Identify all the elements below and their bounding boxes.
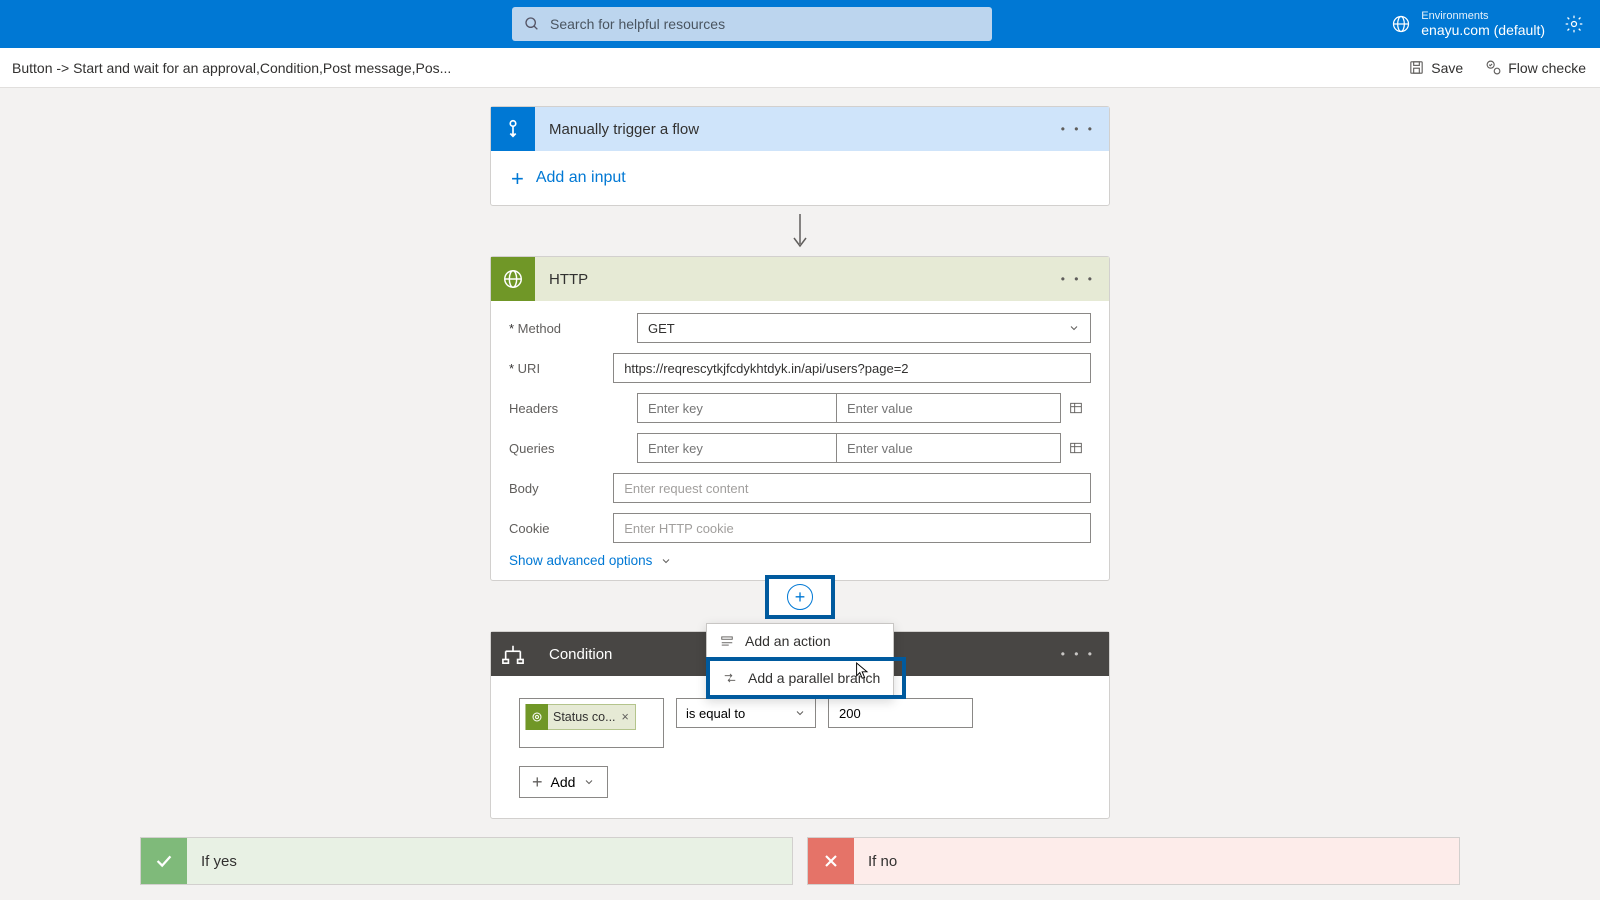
save-button[interactable]: Save <box>1408 59 1463 76</box>
insert-step-highlight: + <box>765 575 835 619</box>
show-advanced-link[interactable]: Show advanced options <box>509 553 1091 568</box>
environment-picker[interactable]: Environments enayu.com (default) <box>1391 10 1545 39</box>
condition-more-menu[interactable]: • • • <box>1061 647 1095 661</box>
http-header[interactable]: HTTP • • • <box>491 257 1109 301</box>
dynamic-token[interactable]: Status co... × <box>525 704 636 730</box>
check-icon <box>141 838 187 884</box>
environment-icon <box>1391 14 1411 34</box>
flow-checker-icon <box>1485 59 1502 76</box>
add-input-button[interactable]: + Add an input <box>491 151 1109 205</box>
plus-icon: + <box>511 173 524 184</box>
method-select[interactable]: GET <box>637 313 1091 343</box>
search-placeholder: Search for helpful resources <box>550 16 725 32</box>
flow-breadcrumb: Button -> Start and wait for an approval… <box>12 60 451 76</box>
condition-add-button[interactable]: + Add <box>519 766 608 798</box>
headers-label: Headers <box>509 401 637 416</box>
trigger-card: Manually trigger a flow • • • + Add an i… <box>490 106 1110 206</box>
http-more-menu[interactable]: • • • <box>1061 272 1095 286</box>
condition-branches: If yes If no <box>140 837 1460 885</box>
trigger-title: Manually trigger a flow <box>549 121 699 138</box>
cookie-input[interactable] <box>613 513 1091 543</box>
close-icon <box>808 838 854 884</box>
if-yes-header[interactable]: If yes <box>141 838 792 884</box>
chevron-down-icon <box>794 707 806 719</box>
condition-title: Condition <box>549 646 612 663</box>
app-header: Search for helpful resources Environment… <box>0 0 1600 48</box>
headers-value-input[interactable] <box>837 393 1061 423</box>
method-label: * Method <box>509 321 637 336</box>
if-no-header[interactable]: If no <box>808 838 1459 884</box>
cookie-label: Cookie <box>509 521 613 536</box>
if-no-branch: If no <box>807 837 1460 885</box>
uri-input[interactable] <box>613 353 1091 383</box>
trigger-icon <box>491 107 535 151</box>
uri-label: * URI <box>509 361 613 376</box>
insert-step-control: + Add an action Add a parallel branch <box>765 575 835 619</box>
condition-icon <box>491 632 535 676</box>
environment-name: enayu.com (default) <box>1421 22 1545 38</box>
environment-label: Environments <box>1421 10 1545 23</box>
condition-left-operand[interactable]: Status co... × <box>519 698 664 748</box>
chevron-down-icon <box>583 776 595 788</box>
queries-value-input[interactable] <box>837 433 1061 463</box>
save-icon <box>1408 59 1425 76</box>
token-icon <box>526 704 548 730</box>
add-parallel-branch-menu-item[interactable]: Add a parallel branch <box>706 657 906 699</box>
queries-key-input[interactable] <box>637 433 837 463</box>
search-icon <box>524 16 540 32</box>
headers-key-input[interactable] <box>637 393 837 423</box>
http-icon <box>491 257 535 301</box>
chevron-down-icon <box>1068 322 1080 334</box>
http-card: HTTP • • • * Method GET * URI Headers <box>490 256 1110 581</box>
queries-label: Queries <box>509 441 637 456</box>
body-label: Body <box>509 481 613 496</box>
flow-checker-button[interactable]: Flow checke <box>1485 59 1586 76</box>
trigger-header[interactable]: Manually trigger a flow • • • <box>491 107 1109 151</box>
global-search[interactable]: Search for helpful resources <box>512 7 992 41</box>
token-remove-icon[interactable]: × <box>622 710 629 724</box>
settings-icon[interactable] <box>1564 14 1584 34</box>
text-mode-icon[interactable] <box>1068 440 1084 456</box>
http-title: HTTP <box>549 271 588 288</box>
add-action-icon <box>719 634 735 648</box>
flow-canvas: Manually trigger a flow • • • + Add an i… <box>0 88 1600 885</box>
body-input[interactable] <box>613 473 1091 503</box>
chevron-down-icon <box>660 555 672 567</box>
text-mode-icon[interactable] <box>1068 400 1084 416</box>
parallel-branch-icon <box>722 671 738 685</box>
connector-arrow <box>785 210 815 250</box>
insert-step-button[interactable]: + <box>787 584 813 610</box>
plus-icon: + <box>532 778 543 787</box>
cursor-icon <box>855 661 871 681</box>
trigger-more-menu[interactable]: • • • <box>1061 122 1095 136</box>
if-yes-branch: If yes <box>140 837 793 885</box>
add-action-menu-item[interactable]: Add an action <box>707 624 893 658</box>
condition-operator-select[interactable]: is equal to <box>676 698 816 728</box>
command-bar: Button -> Start and wait for an approval… <box>0 48 1600 88</box>
condition-value-input[interactable] <box>828 698 973 728</box>
